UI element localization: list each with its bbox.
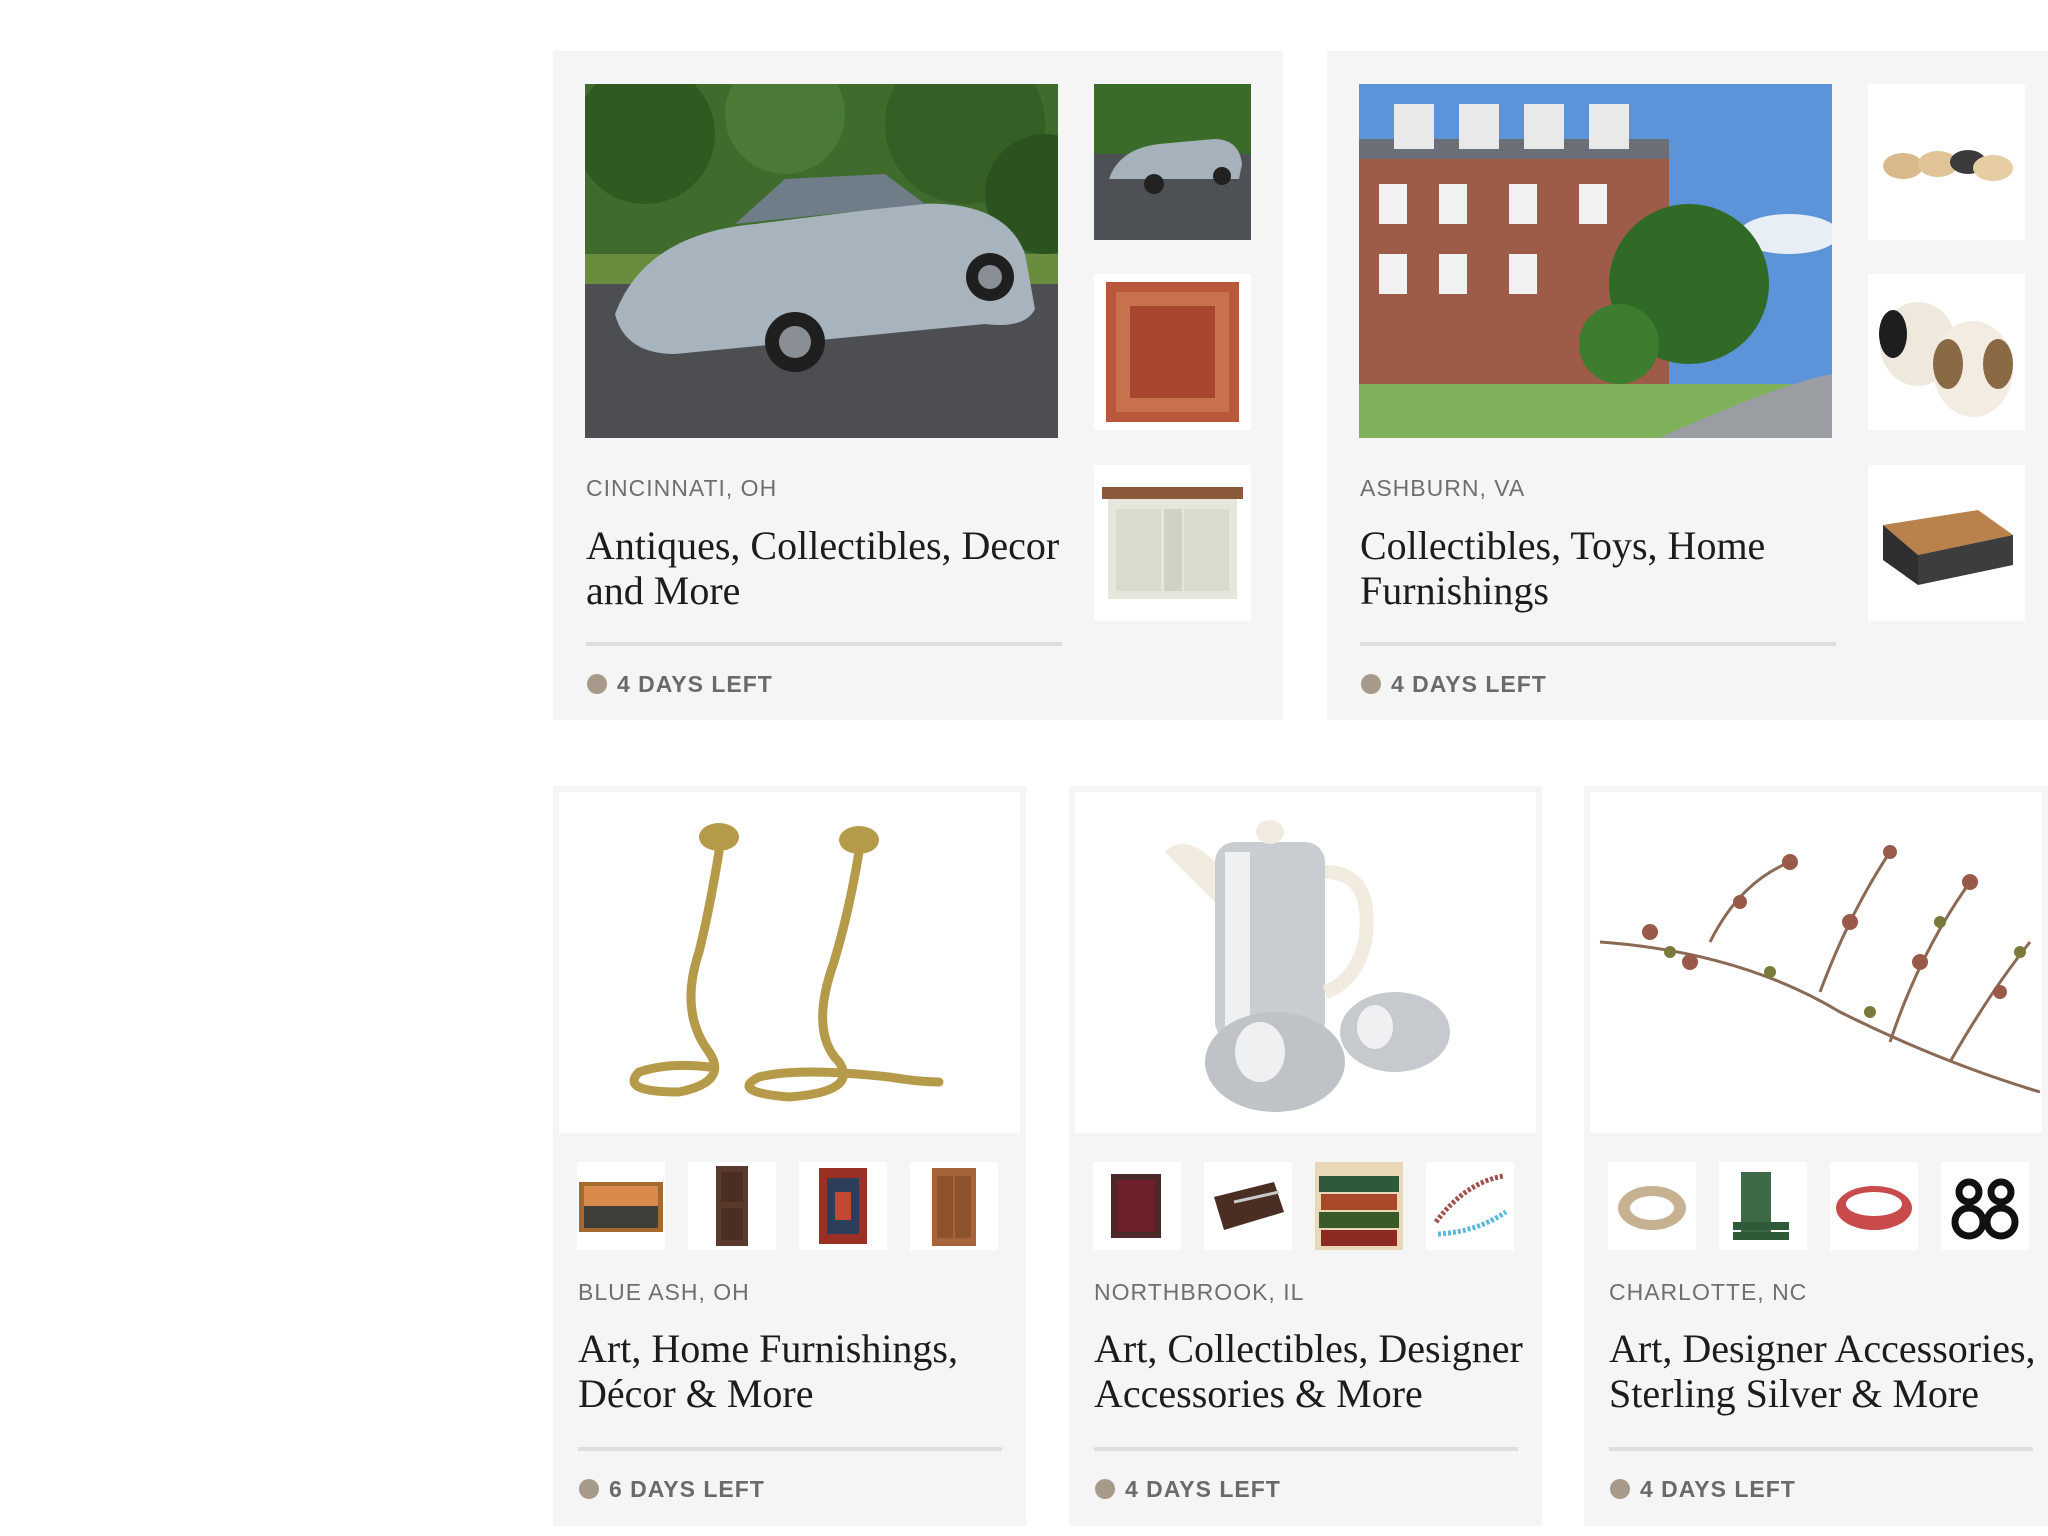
thumbnail-persian-rug[interactable] xyxy=(799,1162,887,1250)
auction-location: CHARLOTTE, NC xyxy=(1609,1279,1808,1305)
thumbnail-landscape-painting[interactable] xyxy=(577,1162,665,1250)
thumbnail-buttons[interactable] xyxy=(1868,84,2025,240)
thumbnail-knife-roll[interactable] xyxy=(1204,1162,1292,1250)
status-dot xyxy=(1095,1479,1115,1499)
thumbnail-carved-panel[interactable] xyxy=(688,1162,776,1250)
divider xyxy=(586,642,1062,646)
auction-card[interactable]: CINCINNATI, OH Antiques, Collectibles, D… xyxy=(553,51,1283,720)
auction-location: CINCINNATI, OH xyxy=(586,475,778,501)
main-photo-metal-branch-sculpture[interactable] xyxy=(1590,792,2042,1133)
auction-title[interactable]: Art, Designer Accessories, Sterling Silv… xyxy=(1609,1326,2044,1416)
auction-card[interactable]: CHARLOTTE, NC Art, Designer Accessories,… xyxy=(1584,786,2048,1526)
auction-card[interactable]: ASHBURN, VA Collectibles, Toys, Home Fur… xyxy=(1327,51,2048,720)
auction-card[interactable]: NORTHBROOK, IL Art, Collectibles, Design… xyxy=(1069,786,1542,1526)
time-left-status: 4 DAYS LEFT xyxy=(1640,1476,1796,1502)
auction-location: BLUE ASH, OH xyxy=(578,1279,750,1305)
thumbnail-strip xyxy=(1093,1162,1514,1250)
auction-location: NORTHBROOK, IL xyxy=(1094,1279,1305,1305)
thumbnail-beaded-necklaces[interactable] xyxy=(1426,1162,1514,1250)
divider xyxy=(578,1447,1002,1451)
thumbnail-framed-print[interactable] xyxy=(1093,1162,1181,1250)
time-left-status: 6 DAYS LEFT xyxy=(609,1476,765,1502)
thumbnail-sideboard[interactable] xyxy=(1094,465,1251,621)
main-photo-car[interactable] xyxy=(585,84,1058,438)
thumbnail-rug[interactable] xyxy=(1094,274,1251,430)
time-left-status: 4 DAYS LEFT xyxy=(1125,1476,1281,1502)
thumbnail-strip xyxy=(1608,1162,2029,1250)
thumbnail-green-books[interactable] xyxy=(1719,1162,1807,1250)
auction-location: ASHBURN, VA xyxy=(1360,475,1526,501)
thumbnail-bangle[interactable] xyxy=(1608,1162,1696,1250)
auction-title[interactable]: Collectibles, Toys, Home Furnishings xyxy=(1360,523,1840,613)
thumbnail-car[interactable] xyxy=(1094,84,1251,240)
thumbnail-hoop-earrings[interactable] xyxy=(1941,1162,2029,1250)
divider xyxy=(1609,1447,2033,1451)
main-photo-cobra-candlesticks[interactable] xyxy=(559,792,1020,1133)
status-dot xyxy=(579,1479,599,1499)
divider xyxy=(1360,642,1836,646)
thumbnail-dog-figurines[interactable] xyxy=(1868,274,2025,430)
main-photo-townhouse[interactable] xyxy=(1359,84,1832,438)
status-dot xyxy=(587,674,607,694)
main-photo-coffee-set[interactable] xyxy=(1075,792,1536,1133)
auction-title[interactable]: Art, Collectibles, Designer Accessories … xyxy=(1094,1326,1534,1416)
status-dot xyxy=(1610,1479,1630,1499)
divider xyxy=(1094,1447,1518,1451)
time-left-status: 4 DAYS LEFT xyxy=(617,671,773,697)
auction-card[interactable]: BLUE ASH, OH Art, Home Furnishings, Déco… xyxy=(553,786,1026,1526)
thumbnail-red-bangle[interactable] xyxy=(1830,1162,1918,1250)
auction-title[interactable]: Art, Home Furnishings, Décor & More xyxy=(578,1326,1008,1416)
thumbnail-book-stack[interactable] xyxy=(1315,1162,1403,1250)
status-dot xyxy=(1361,674,1381,694)
time-left-status: 4 DAYS LEFT xyxy=(1391,671,1547,697)
thumbnail-strip xyxy=(577,1162,998,1250)
thumbnail-armoire[interactable] xyxy=(910,1162,998,1250)
auction-title[interactable]: Antiques, Collectibles, Decor and More xyxy=(586,523,1066,613)
thumbnail-wooden-box[interactable] xyxy=(1868,465,2025,621)
